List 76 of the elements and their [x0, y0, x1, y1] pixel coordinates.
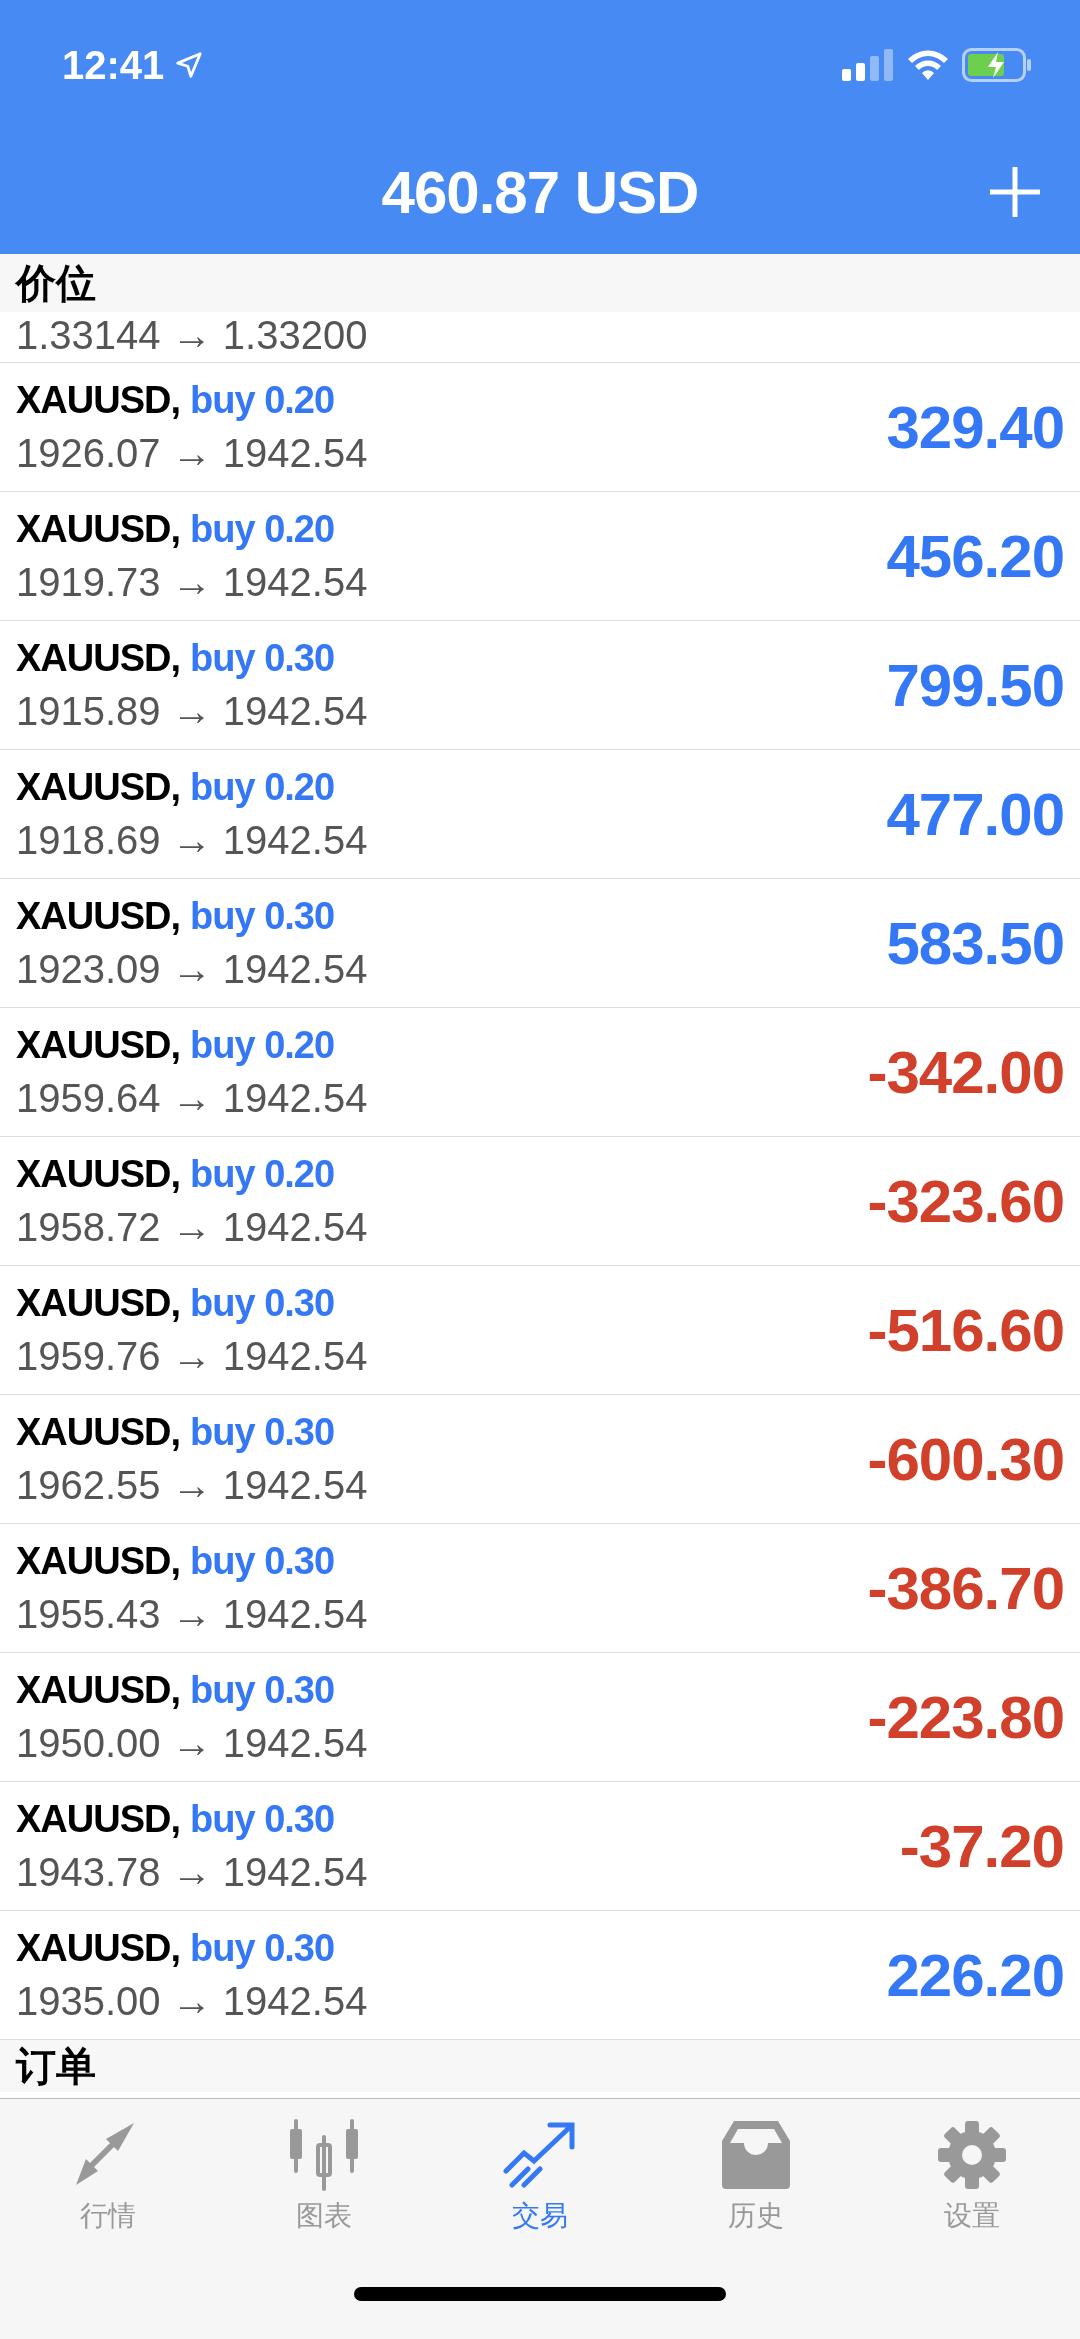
symbol-text: XAUUSD, [16, 894, 181, 938]
symbol-text: XAUUSD, [16, 1926, 181, 1970]
price-text: 1943.78 → 1942.54 [16, 1848, 368, 1895]
position-row[interactable]: XAUUSD, buy 0.20 1926.07 → 1942.54 329.40 [0, 363, 1080, 492]
location-icon [174, 50, 205, 80]
price-text: 1962.55 → 1942.54 [16, 1461, 368, 1508]
balance-title: 460.87 USD [381, 157, 699, 227]
price-text: 1950.00 → 1942.54 [16, 1719, 368, 1766]
order-side-text: buy 0.30 [190, 1668, 335, 1712]
profit-value: 583.50 [886, 908, 1064, 978]
profit-value: 799.50 [886, 650, 1064, 720]
price-text: 1.33144 → 1.33200 [16, 312, 368, 358]
order-side-text: buy 0.20 [190, 507, 335, 551]
order-side-text: buy 0.30 [190, 636, 335, 680]
position-row[interactable]: XAUUSD, buy 0.30 1955.43 → 1942.54 -386.70 [0, 1524, 1080, 1653]
signal-icon [842, 49, 894, 81]
order-side-text: buy 0.30 [190, 1281, 335, 1325]
profit-value: 329.40 [886, 392, 1064, 462]
price-text: 1935.00 → 1942.54 [16, 1977, 368, 2024]
symbol-text: XAUUSD, [16, 378, 181, 422]
profit-value: 226.20 [886, 1940, 1064, 2010]
symbol-text: XAUUSD, [16, 1023, 181, 1067]
status-time: 12:41 [62, 42, 165, 88]
profit-value: -516.60 [867, 1295, 1064, 1365]
price-text: 1958.72 → 1942.54 [16, 1203, 368, 1250]
symbol-text: XAUUSD, [16, 765, 181, 809]
position-row[interactable]: XAUUSD, buy 0.30 1959.76 → 1942.54 -516.60 [0, 1266, 1080, 1395]
symbol-text: XAUUSD, [16, 1152, 181, 1196]
price-text: 1926.07 → 1942.54 [16, 429, 368, 476]
position-row[interactable]: XAUUSD, buy 0.20 1919.73 → 1942.54 456.20 [0, 492, 1080, 621]
profit-value: -600.30 [867, 1424, 1064, 1494]
price-text: 1959.64 → 1942.54 [16, 1074, 368, 1121]
position-row[interactable]: XAUUSD, buy 0.30 1962.55 → 1942.54 -600.30 [0, 1395, 1080, 1524]
profit-value: -342.00 [867, 1037, 1064, 1107]
position-row[interactable]: XAUUSD, buy 0.20 1959.64 → 1942.54 -342.00 [0, 1008, 1080, 1137]
order-side-text: buy 0.30 [190, 894, 335, 938]
position-row[interactable]: XAUUSD, buy 0.30 1923.09 → 1942.54 583.50 [0, 879, 1080, 1008]
symbol-text: XAUUSD, [16, 1539, 181, 1583]
profit-value: 456.20 [886, 521, 1064, 591]
order-side-text: buy 0.30 [190, 1926, 335, 1970]
price-text: 1915.89 → 1942.54 [16, 687, 368, 734]
price-text: 1959.76 → 1942.54 [16, 1332, 368, 1379]
symbol-text: XAUUSD, [16, 1797, 181, 1841]
profit-value: -37.20 [899, 1811, 1064, 1881]
price-text: 1955.43 → 1942.54 [16, 1590, 368, 1637]
wifi-icon [906, 49, 950, 81]
profit-value: -323.60 [867, 1166, 1064, 1236]
profit-value: -386.70 [867, 1553, 1064, 1623]
section-header: 订单 [16, 2043, 96, 2089]
position-row[interactable]: XAUUSD, buy 0.30 1943.78 → 1942.54 -37.20 [0, 1782, 1080, 1911]
position-row[interactable]: XAUUSD, buy 0.20 1958.72 → 1942.54 -323.60 [0, 1137, 1080, 1266]
symbol-text: XAUUSD, [16, 507, 181, 551]
price-text: 1918.69 → 1942.54 [16, 816, 368, 863]
order-side-text: buy 0.20 [190, 1023, 335, 1067]
profit-value: -223.80 [867, 1682, 1064, 1752]
battery-icon [962, 48, 1032, 82]
section-header: 价位 [16, 260, 96, 306]
position-row[interactable]: XAUUSD, buy 0.30 1950.00 → 1942.54 -223.80 [0, 1653, 1080, 1782]
inbox-tray-icon [720, 2119, 792, 2191]
price-text: 1919.73 → 1942.54 [16, 558, 368, 605]
order-side-text: buy 0.30 [190, 1410, 335, 1454]
symbol-text: XAUUSD, [16, 1668, 181, 1712]
order-side-text: buy 0.30 [190, 1797, 335, 1841]
tab-button[interactable]: 交易 [460, 2119, 620, 2235]
position-row[interactable]: XAUUSD, buy 0.30 1915.89 → 1942.54 799.50 [0, 621, 1080, 750]
order-side-text: buy 0.20 [190, 378, 335, 422]
symbol-text: XAUUSD, [16, 1281, 181, 1325]
order-side-text: buy 0.20 [190, 1152, 335, 1196]
order-side-text: buy 0.20 [190, 765, 335, 809]
symbol-text: XAUUSD, [16, 1410, 181, 1454]
settings-icon [936, 2119, 1008, 2191]
order-side-text: buy 0.30 [190, 1539, 335, 1583]
symbol-text: XAUUSD, [16, 636, 181, 680]
price-text: 1923.09 → 1942.54 [16, 945, 368, 992]
position-row[interactable]: XAUUSD, buy 0.20 1918.69 → 1942.54 477.00 [0, 750, 1080, 879]
profit-value: 477.00 [886, 779, 1064, 849]
